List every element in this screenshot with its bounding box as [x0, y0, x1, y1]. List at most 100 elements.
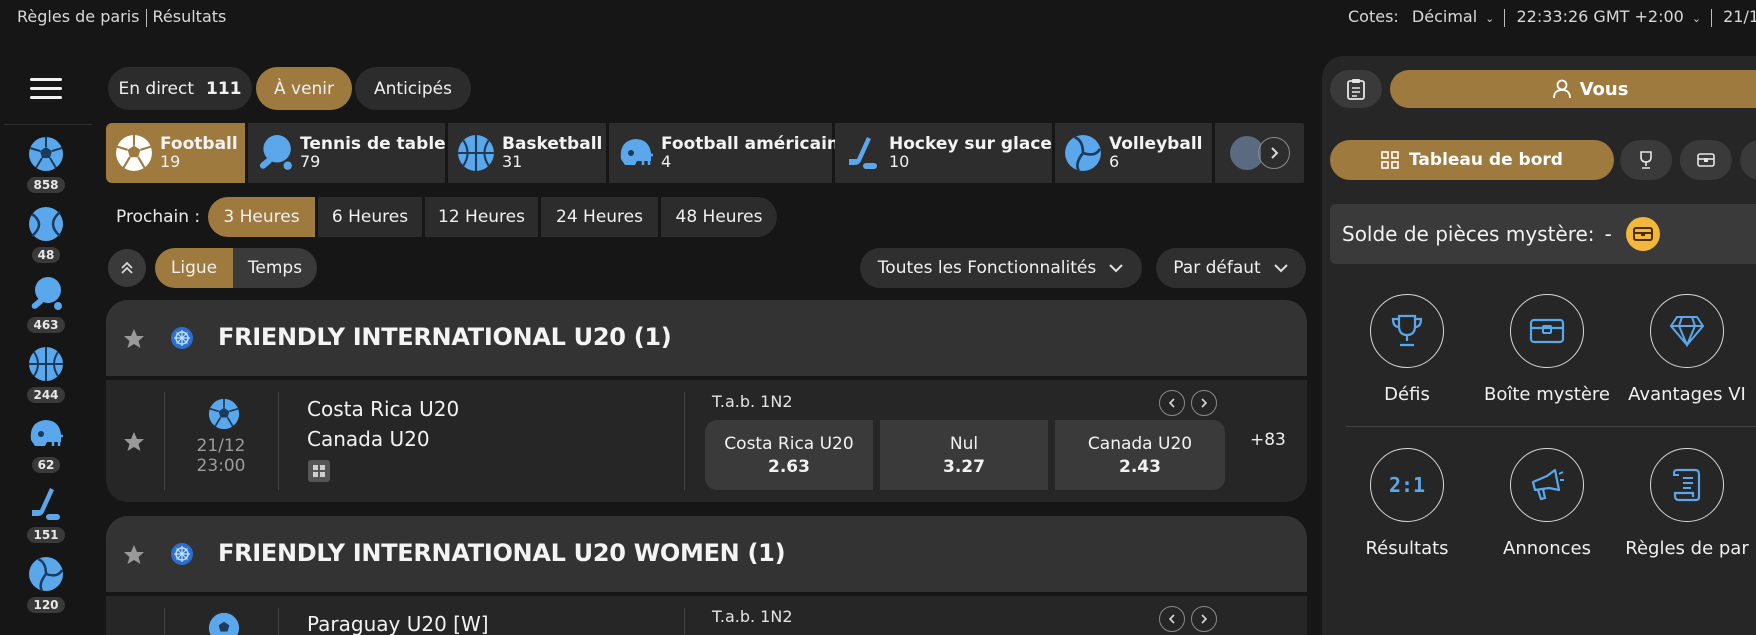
basketball-icon [26, 344, 66, 384]
odds-format-label: Cotes: [1348, 7, 1399, 26]
scroll-icon [1650, 448, 1724, 522]
chevron-down-icon[interactable]: ⌄ [1692, 12, 1701, 25]
home-team[interactable]: Paraguay U20 [W] [307, 612, 489, 635]
feature-announcements[interactable]: Annonces [1472, 448, 1622, 559]
time-filter-48h[interactable]: 48 Heures [661, 197, 777, 237]
top-settings: Cotes: Décimal ⌄ 22:33:26 GMT +2:00 ⌄ 21/1… [1348, 7, 1756, 27]
betslip-icon[interactable] [1330, 70, 1382, 108]
sport-tab-volleyball[interactable]: Volleyball 6 [1055, 123, 1215, 183]
time-filter-3h[interactable]: 3 Heures [208, 197, 315, 237]
chevron-down-icon[interactable]: ⌄ [1485, 12, 1494, 25]
svg-text:2:1: 2:1 [1389, 473, 1425, 497]
features-dropdown[interactable]: Toutes les Fonctionnalités [860, 248, 1142, 288]
divider [684, 608, 685, 635]
star-icon[interactable] [122, 430, 146, 454]
rail-item-hockey[interactable]: 151 [22, 484, 70, 544]
league-header[interactable]: FRIENDLY INTERNATIONAL U20 WOMEN (1) [106, 516, 1307, 592]
odd-label: Nul [949, 433, 979, 454]
divider [164, 608, 165, 635]
user-account-label: Vous [1579, 78, 1629, 100]
sport-name: Football [160, 134, 238, 154]
feature-rules[interactable]: Règles de par [1612, 448, 1756, 559]
feature-results[interactable]: 2:1 Résultats [1332, 448, 1482, 559]
more-tab-button[interactable] [1740, 140, 1756, 180]
feature-label: Annonces [1503, 538, 1591, 559]
sort-dropdown[interactable]: Par défaut [1156, 248, 1306, 288]
trophy-icon[interactable] [1620, 140, 1672, 180]
rail-count: 48 [31, 247, 61, 263]
tab-early[interactable]: Anticipés [355, 67, 471, 110]
live-count: 111 [206, 78, 242, 99]
rail-item-american-football[interactable]: 62 [22, 414, 70, 474]
feature-vip[interactable]: Avantages VI [1612, 294, 1756, 405]
rail-item-tennis[interactable]: 48 [22, 204, 70, 264]
group-by-league[interactable]: Ligue [155, 248, 233, 288]
collapse-all-icon[interactable] [108, 249, 146, 287]
chevron-down-icon [1109, 264, 1123, 273]
chevron-left-icon[interactable] [1159, 390, 1185, 416]
sport-selector: Football 19 Tennis de table 79 Basketball 3… [106, 123, 1307, 183]
chest-icon[interactable] [1680, 140, 1732, 180]
tab-live[interactable]: En direct 111 [108, 67, 252, 110]
sport-tab-american-football[interactable]: Football américain 4 [609, 123, 839, 183]
sport-tab-hockey[interactable]: Hockey sur glace 10 [835, 123, 1055, 183]
odd-button-home[interactable]: Costa Rica U20 2.63 [705, 420, 873, 490]
rail-item-football[interactable]: 858 [22, 134, 70, 194]
star-icon[interactable] [122, 327, 146, 351]
league-header[interactable]: FRIENDLY INTERNATIONAL U20 (1) [106, 300, 1307, 376]
home-team[interactable]: Costa Rica U20 [307, 397, 459, 421]
feature-mystery-box[interactable]: Boîte mystère [1472, 294, 1622, 405]
time-filter-6h[interactable]: 6 Heures [318, 197, 422, 237]
football-icon [208, 612, 240, 635]
chevron-right-icon[interactable] [1191, 606, 1217, 632]
tab-upcoming[interactable]: À venir [256, 67, 352, 110]
odd-button-draw[interactable]: Nul 3.27 [880, 420, 1048, 490]
table-tennis-icon [256, 133, 294, 173]
rail-item-volleyball[interactable]: 120 [22, 554, 70, 614]
odd-button-away[interactable]: Canada U20 2.43 [1055, 420, 1225, 490]
chevron-right-icon[interactable] [1191, 390, 1217, 416]
rail-count: 151 [27, 527, 65, 543]
chevron-left-icon[interactable] [1159, 606, 1185, 632]
group-by-time[interactable]: Temps [233, 248, 317, 288]
away-team[interactable]: Canada U20 [307, 427, 430, 451]
results-link[interactable]: Résultats [153, 7, 227, 26]
sport-ball-icon [1223, 133, 1263, 173]
rail-count: 858 [27, 177, 65, 193]
sport-tab-basketball[interactable]: Basketball 31 [448, 123, 609, 183]
clock-timezone-select[interactable]: 22:33:26 GMT +2:00 [1516, 7, 1683, 26]
sport-tab-table-tennis[interactable]: Tennis de table 79 [248, 123, 448, 183]
sport-name: Football américain [661, 134, 840, 154]
feature-challenges[interactable]: Défis [1332, 294, 1482, 405]
dashboard-button[interactable]: Tableau de bord [1330, 140, 1614, 180]
tennis-icon [26, 204, 66, 244]
user-account-button[interactable]: Vous [1390, 70, 1756, 108]
odd-value: 2.63 [768, 456, 810, 477]
divider [145, 8, 147, 27]
rail-count: 244 [27, 387, 65, 403]
sport-tab-football[interactable]: Football 19 [106, 123, 248, 183]
menu-icon[interactable] [30, 78, 62, 100]
stats-icon[interactable] [308, 460, 330, 482]
more-markets-link[interactable]: +83 [1250, 430, 1286, 450]
top-links: Règles de paris Résultats [17, 7, 226, 27]
odds-format-select[interactable]: Décimal [1412, 7, 1477, 26]
time-filter-24h[interactable]: 24 Heures [541, 197, 658, 237]
odd-label: Costa Rica U20 [724, 433, 854, 454]
football-icon [26, 134, 66, 174]
mystery-balance: Solde de pièces mystère: - [1330, 204, 1756, 264]
betting-rules-link[interactable]: Règles de paris [17, 7, 140, 26]
divider [1711, 8, 1713, 27]
rail-item-table-tennis[interactable]: 463 [22, 274, 70, 334]
globe-icon [171, 543, 193, 565]
star-icon[interactable] [122, 543, 146, 567]
divider [164, 392, 165, 490]
sport-count: 10 [889, 152, 910, 171]
odd-value: 2.43 [1119, 456, 1161, 477]
rail-item-basketball[interactable]: 244 [22, 344, 70, 404]
match-row[interactable]: Paraguay U20 [W] T.a.b. 1N2 [106, 596, 1307, 635]
chest-icon [1510, 294, 1584, 368]
chevron-right-icon[interactable] [1258, 137, 1290, 169]
league-title: FRIENDLY INTERNATIONAL U20 WOMEN (1) [218, 539, 786, 567]
time-filter-12h[interactable]: 12 Heures [425, 197, 538, 237]
